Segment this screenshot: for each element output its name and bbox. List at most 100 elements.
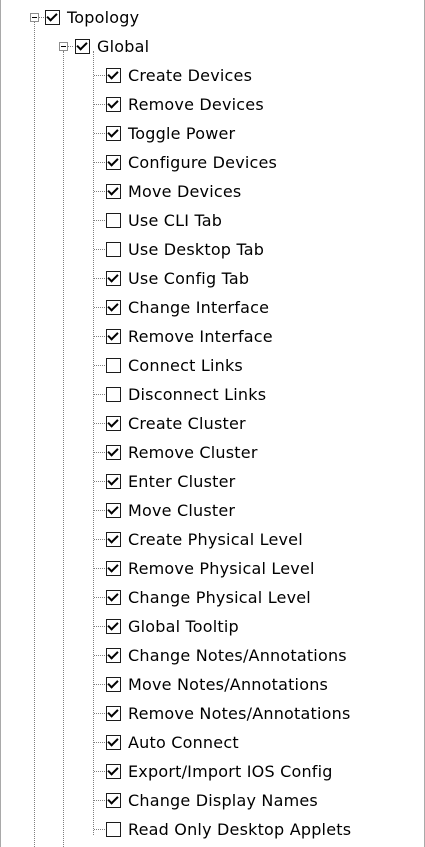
permission-checkbox[interactable] <box>106 619 121 634</box>
tree-item[interactable]: Read Only Desktop Applets <box>106 815 351 844</box>
permission-label: Toggle Power <box>128 123 236 143</box>
tree-item[interactable]: Change Physical Level <box>106 583 311 612</box>
permission-label: Change Interface <box>128 297 270 317</box>
global-checkbox[interactable] <box>75 39 90 54</box>
tree-item[interactable]: Use CLI Tab <box>106 206 222 235</box>
permission-checkbox[interactable] <box>106 155 121 170</box>
permission-label: Remove Physical Level <box>128 558 315 578</box>
tree-item[interactable]: Remove Cluster <box>106 438 258 467</box>
permission-label: Remove Notes/Annotations <box>128 703 351 723</box>
permission-checkbox[interactable] <box>106 445 121 460</box>
tree-connector <box>94 336 105 337</box>
permission-checkbox[interactable] <box>106 213 121 228</box>
tree-connector <box>94 539 105 540</box>
tree-item[interactable]: Change Notes/Annotations <box>106 641 347 670</box>
tree-connector <box>94 481 105 482</box>
tree-connector <box>68 46 73 47</box>
permission-label: Export/Import IOS Config <box>128 761 333 781</box>
topology-label: Topology <box>67 7 140 27</box>
permission-checkbox[interactable] <box>106 735 121 750</box>
permission-label: Create Physical Level <box>128 529 303 549</box>
permission-label: Auto Connect <box>128 732 239 752</box>
tree-item[interactable]: Export/Import IOS Config <box>106 757 333 786</box>
permission-checkbox[interactable] <box>106 648 121 663</box>
tree-connector <box>94 220 105 221</box>
permissions-tree: Topology Global Create Devices Remove Dev… <box>0 0 425 847</box>
tree-connector <box>94 365 105 366</box>
tree-item[interactable]: Connect Links <box>106 351 243 380</box>
permission-checkbox[interactable] <box>106 764 121 779</box>
tree-item[interactable]: Remove Interface <box>106 322 273 351</box>
tree-item[interactable]: Create Cluster <box>106 409 246 438</box>
permission-checkbox[interactable] <box>106 503 121 518</box>
permission-checkbox[interactable] <box>106 300 121 315</box>
permission-checkbox[interactable] <box>106 329 121 344</box>
permission-label: Move Devices <box>128 181 242 201</box>
permission-label: Connect Links <box>128 355 243 375</box>
permission-checkbox[interactable] <box>106 358 121 373</box>
permission-checkbox[interactable] <box>106 387 121 402</box>
permission-checkbox[interactable] <box>106 242 121 257</box>
permission-label: Global Tooltip <box>128 616 239 636</box>
tree-connector <box>39 17 44 18</box>
tree-connector <box>94 568 105 569</box>
permission-label: Remove Cluster <box>128 442 258 462</box>
permission-label: Create Devices <box>128 65 253 85</box>
tree-item[interactable]: Move Notes/Annotations <box>106 670 328 699</box>
tree-item[interactable]: Remove Physical Level <box>106 554 315 583</box>
topology-collapse-icon[interactable] <box>30 13 39 22</box>
tree-item[interactable]: Enter Cluster <box>106 467 235 496</box>
tree-connector <box>94 278 105 279</box>
tree-connector <box>94 655 105 656</box>
permission-label: Use Config Tab <box>128 268 250 288</box>
tree-item[interactable]: Toggle Power <box>106 119 235 148</box>
tree-connector <box>34 22 35 847</box>
tree-item[interactable]: Use Config Tab <box>106 264 249 293</box>
tree-item[interactable]: Global Tooltip <box>106 612 239 641</box>
tree-connector <box>93 51 94 835</box>
permission-checkbox[interactable] <box>106 474 121 489</box>
permission-checkbox[interactable] <box>106 271 121 286</box>
tree-connector <box>94 104 105 105</box>
tree-item[interactable]: Change Display Names <box>106 786 318 815</box>
tree-item[interactable]: Disconnect Links <box>106 380 266 409</box>
tree-connector <box>94 307 105 308</box>
permission-checkbox[interactable] <box>106 561 121 576</box>
permission-label: Remove Devices <box>128 94 264 114</box>
tree-item[interactable]: Remove Notes/Annotations <box>106 699 351 728</box>
tree-item[interactable]: Configure Devices <box>106 148 277 177</box>
tree-item[interactable]: Auto Connect <box>106 728 239 757</box>
tree-connector <box>94 394 105 395</box>
tree-item[interactable]: Create Physical Level <box>106 525 303 554</box>
tree-item[interactable]: Use Desktop Tab <box>106 235 264 264</box>
tree-item[interactable]: Move Devices <box>106 177 241 206</box>
permission-checkbox[interactable] <box>106 793 121 808</box>
tree-item[interactable]: Remove Devices <box>106 90 264 119</box>
permission-label: Change Physical Level <box>128 587 311 607</box>
tree-connector <box>94 597 105 598</box>
permission-checkbox[interactable] <box>106 532 121 547</box>
permission-label: Remove Interface <box>128 326 273 346</box>
tree-item[interactable]: Create Devices <box>106 61 252 90</box>
tree-node-topology[interactable]: Topology <box>45 3 139 32</box>
permission-checkbox[interactable] <box>106 97 121 112</box>
tree-connector <box>94 771 105 772</box>
tree-connector <box>94 162 105 163</box>
global-collapse-icon[interactable] <box>59 42 68 51</box>
permission-checkbox[interactable] <box>106 126 121 141</box>
permission-checkbox[interactable] <box>106 184 121 199</box>
permission-checkbox[interactable] <box>106 677 121 692</box>
permission-checkbox[interactable] <box>106 706 121 721</box>
permission-label: Use Desktop Tab <box>128 239 265 259</box>
tree-item[interactable]: Move Cluster <box>106 496 235 525</box>
permission-checkbox[interactable] <box>106 416 121 431</box>
tree-item[interactable]: Change Interface <box>106 293 269 322</box>
permission-label: Move Cluster <box>128 500 236 520</box>
topology-checkbox[interactable] <box>45 10 60 25</box>
permission-checkbox[interactable] <box>106 822 121 837</box>
tree-connector <box>94 249 105 250</box>
permission-label: Use CLI Tab <box>128 210 223 230</box>
permission-checkbox[interactable] <box>106 590 121 605</box>
permission-checkbox[interactable] <box>106 68 121 83</box>
tree-node-global[interactable]: Global <box>75 32 149 61</box>
